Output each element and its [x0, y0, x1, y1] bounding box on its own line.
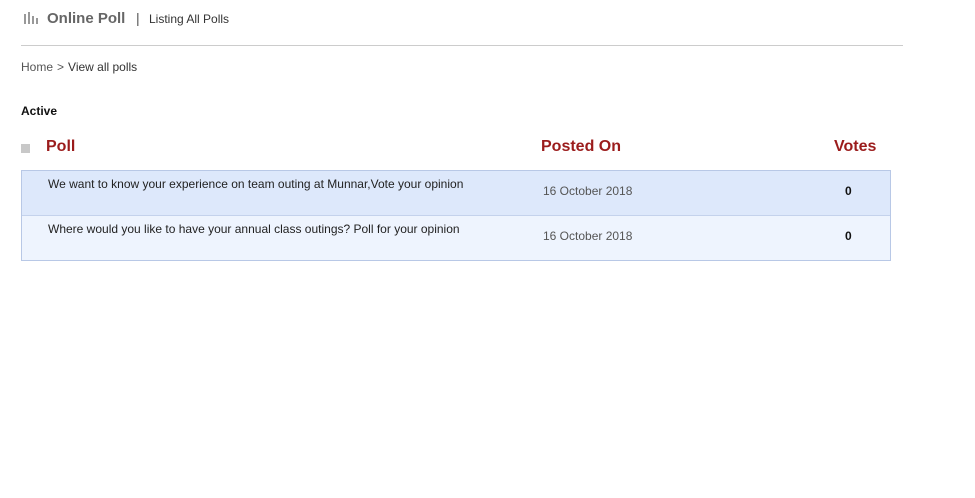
poll-vote-count: 0 — [845, 184, 852, 198]
poll-vote-count: 0 — [845, 229, 852, 243]
select-all-checkbox[interactable] — [21, 144, 30, 153]
breadcrumb-separator: > — [57, 60, 65, 74]
poll-question-link[interactable]: We want to know your experience on team … — [48, 177, 463, 191]
column-header-poll: Poll — [46, 138, 76, 155]
page-subtitle: Listing All Polls — [149, 12, 230, 26]
page-header: Online Poll | Listing All Polls — [21, 0, 903, 46]
column-header-votes: Votes — [834, 138, 877, 155]
app-title: Online Poll — [47, 10, 126, 27]
breadcrumb: Home > View all polls — [21, 60, 137, 74]
table-header: Poll Posted On Votes — [21, 137, 891, 159]
poll-posted-date: 16 October 2018 — [543, 184, 633, 198]
polls-table: We want to know your experience on team … — [21, 170, 891, 261]
column-header-posted-on: Posted On — [541, 138, 622, 155]
table-row[interactable]: We want to know your experience on team … — [22, 171, 890, 215]
breadcrumb-current: View all polls — [68, 60, 138, 74]
poll-posted-date: 16 October 2018 — [543, 229, 633, 243]
breadcrumb-home-link[interactable]: Home — [21, 60, 53, 74]
poll-question-link[interactable]: Where would you like to have your annual… — [48, 222, 460, 236]
table-row[interactable]: Where would you like to have your annual… — [22, 215, 890, 260]
bar-chart-icon — [24, 12, 38, 24]
section-title: Active — [21, 104, 58, 118]
title-separator: | — [136, 10, 140, 26]
